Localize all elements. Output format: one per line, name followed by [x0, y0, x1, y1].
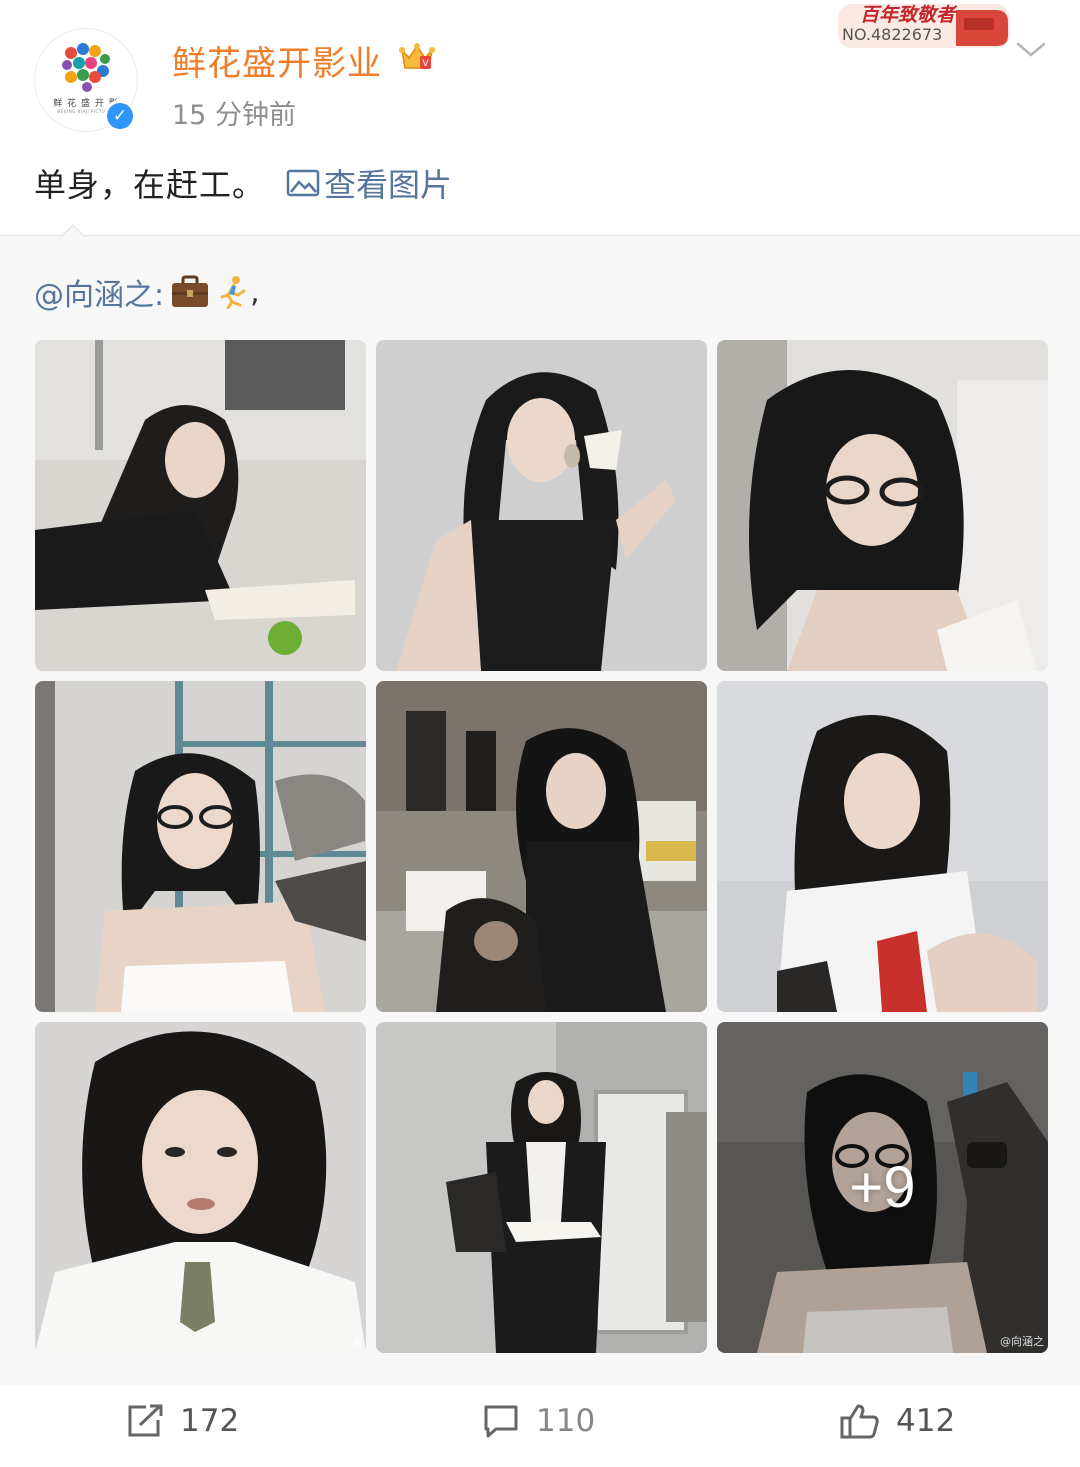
repost-button[interactable]: 172	[126, 1403, 239, 1439]
post-text: 单身，在赶工。	[34, 166, 266, 204]
image-icon	[286, 169, 320, 197]
view-pictures-link[interactable]: 查看图片	[286, 160, 452, 206]
photo-watermark: @向涵之	[1000, 1335, 1044, 1348]
photo-9[interactable]: +9 @向涵之	[717, 1022, 1048, 1353]
briefcase-icon	[170, 275, 210, 309]
photo-5[interactable]	[376, 681, 707, 1012]
like-count: 412	[896, 1403, 956, 1439]
medal-title: 百年致敬者	[860, 4, 956, 26]
thumbs-up-icon	[840, 1404, 879, 1439]
like-button[interactable]: 412	[840, 1403, 955, 1439]
photo-1[interactable]	[35, 340, 366, 671]
comment-button[interactable]: 110	[482, 1403, 595, 1439]
more-photos-count[interactable]: +9	[717, 1022, 1048, 1353]
running-person-icon	[216, 275, 250, 309]
crown-icon[interactable]: V	[398, 40, 436, 74]
repost-trailing: ,	[250, 274, 260, 310]
share-icon	[128, 1404, 163, 1437]
view-pictures-label: 查看图片	[324, 166, 453, 204]
verified-badge-icon: ✓	[104, 100, 136, 132]
comment-count: 110	[536, 1403, 596, 1439]
post-timestamp: 15 分钟前	[172, 100, 296, 131]
mention-link[interactable]: @向涵之:	[34, 270, 164, 314]
medal-number: NO.4822673	[842, 25, 943, 44]
photo-3[interactable]	[717, 340, 1048, 671]
comment-icon	[484, 1405, 518, 1438]
action-bar: 172 110 412	[0, 1385, 1080, 1467]
photo-6[interactable]	[717, 681, 1048, 1012]
photo-7[interactable]: ◉	[35, 1022, 366, 1353]
chevron-down-icon[interactable]	[1014, 38, 1048, 60]
username[interactable]: 鲜花盛开影业	[172, 36, 382, 85]
repost-text: @向涵之: ,	[34, 270, 260, 314]
photo-watermark-icon: ◉	[352, 1336, 362, 1349]
anniversary-medal[interactable]: 百年致敬者 NO.4822673	[836, 0, 1012, 50]
photo-4[interactable]	[35, 681, 366, 1012]
photo-8[interactable]	[376, 1022, 707, 1353]
repost-count: 172	[180, 1403, 240, 1439]
svg-text:V: V	[422, 59, 429, 69]
photo-2[interactable]	[376, 340, 707, 671]
